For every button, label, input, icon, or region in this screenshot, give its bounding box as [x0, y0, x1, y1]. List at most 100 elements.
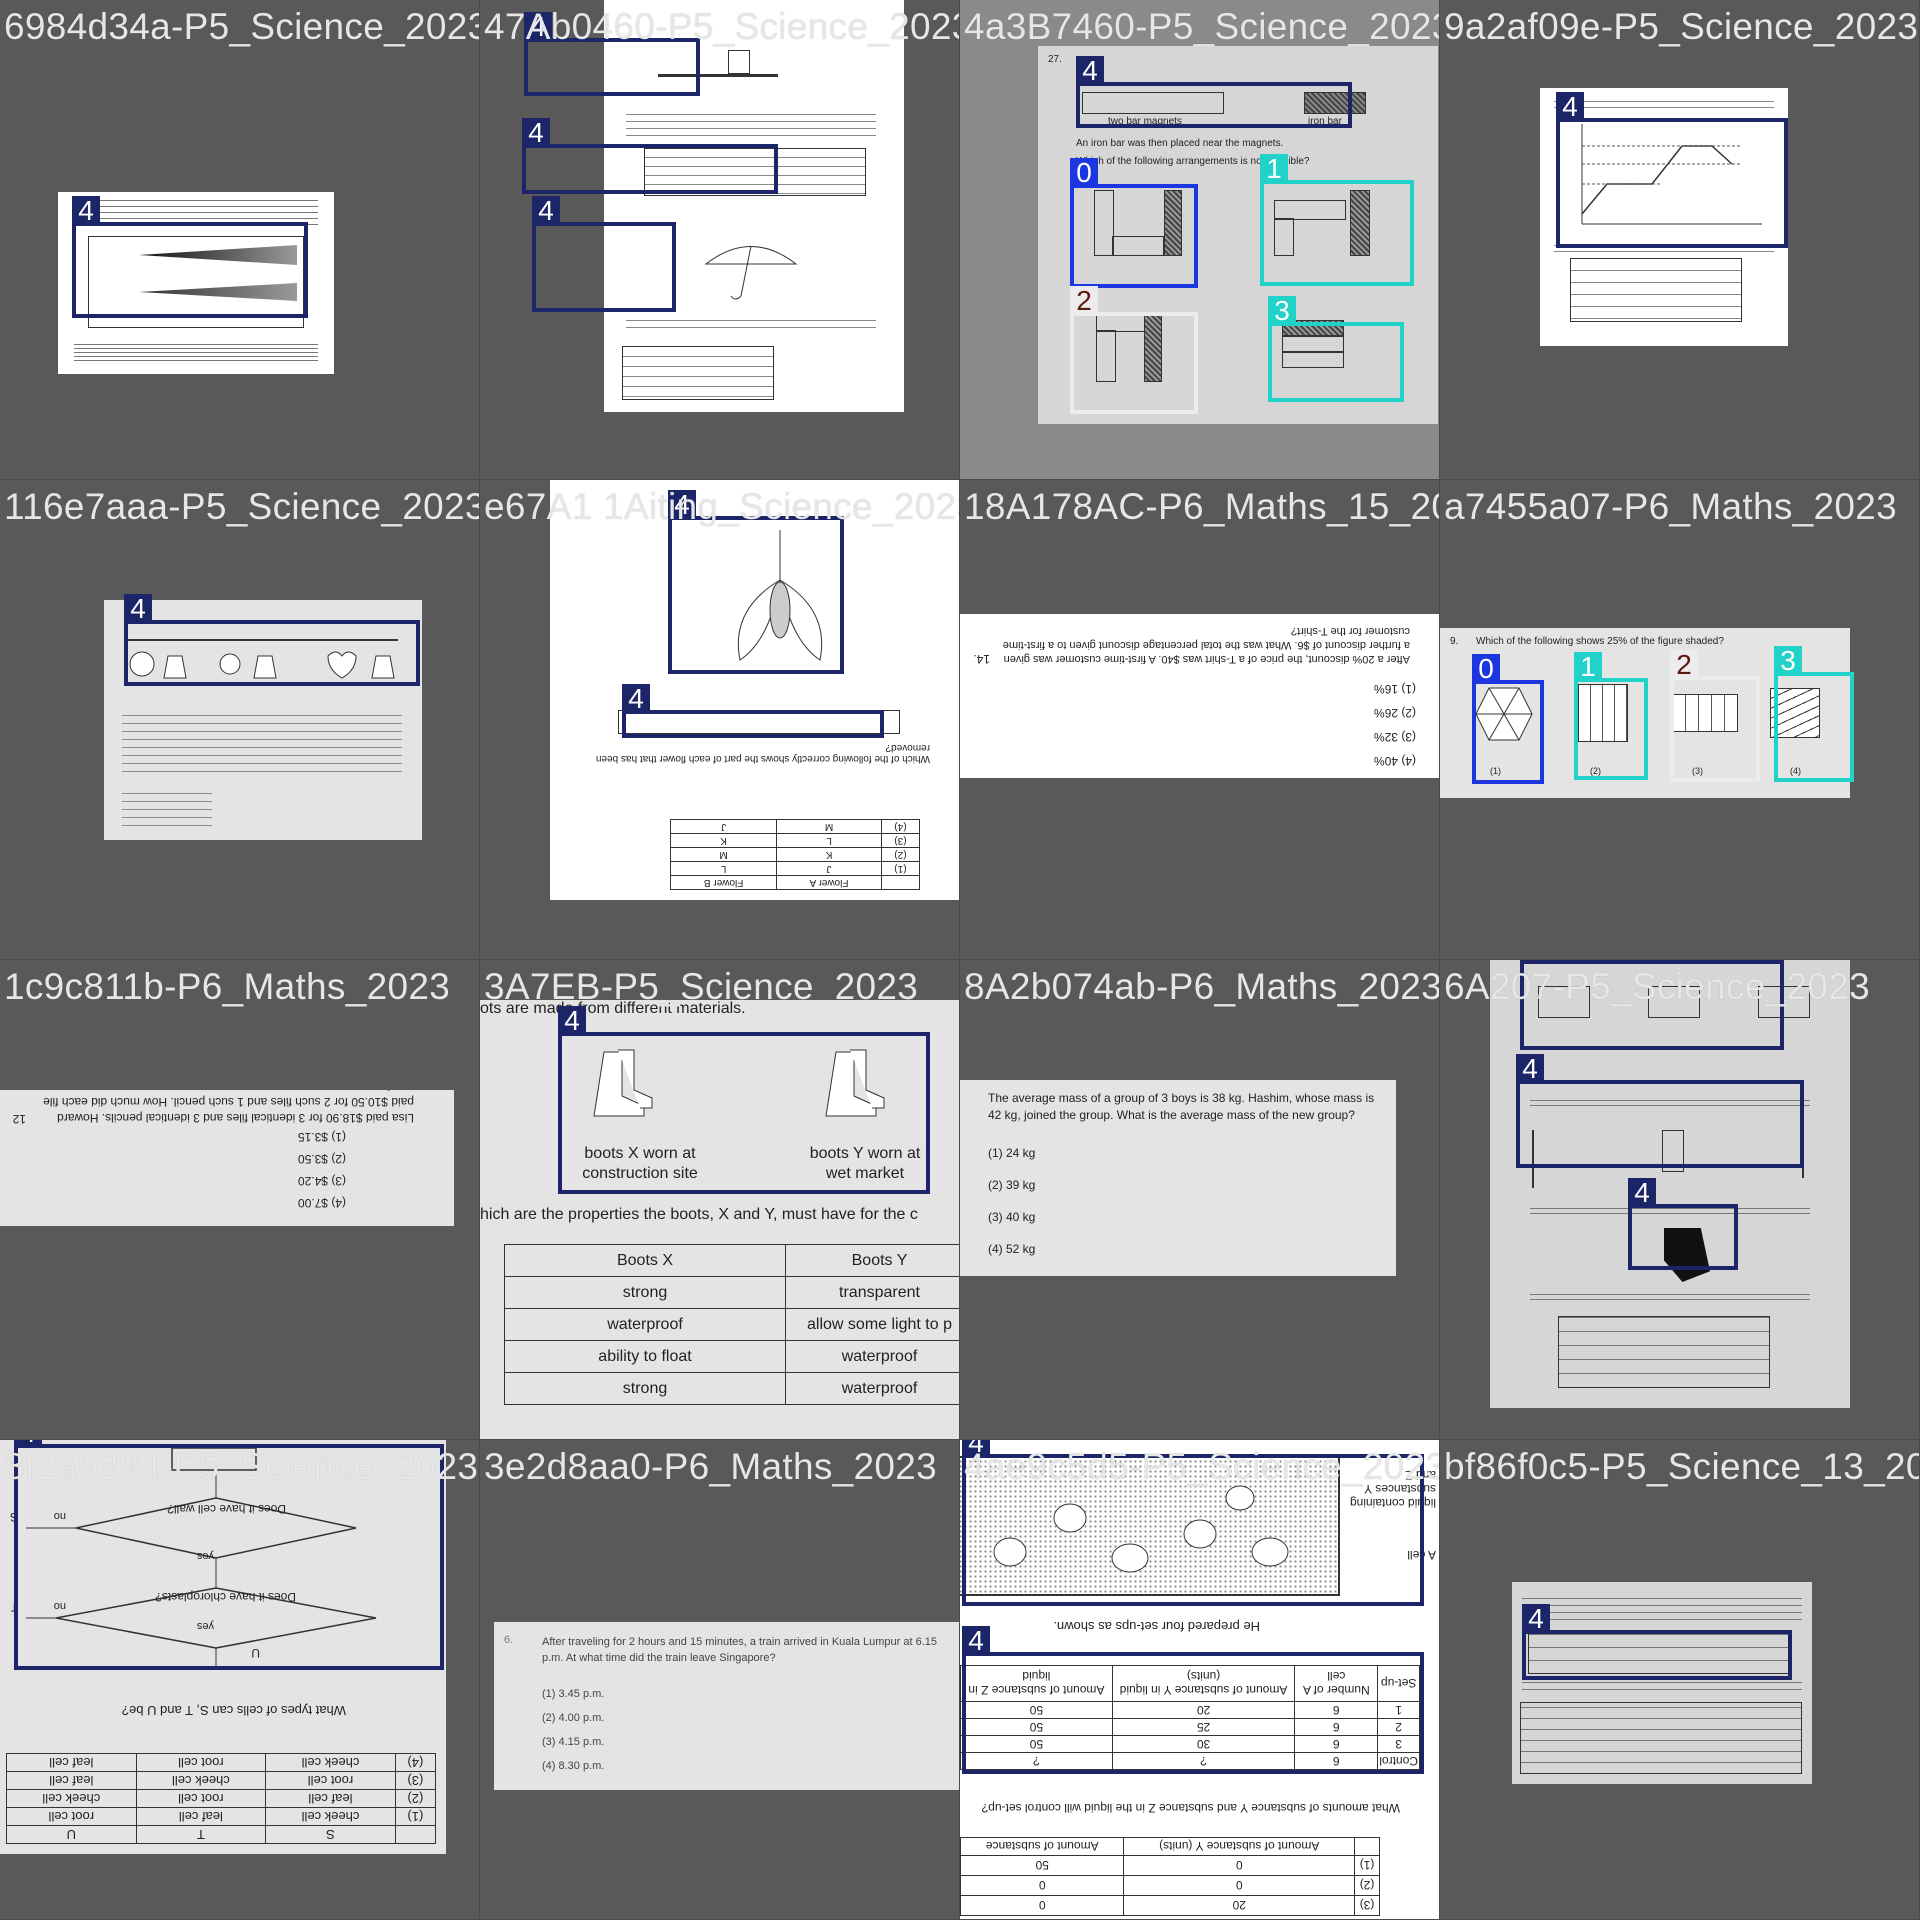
class-label: 4	[962, 1626, 990, 1656]
text-lines	[1530, 1294, 1810, 1304]
question-text: Lisa paid $18.90 for 3 identical files a…	[43, 1090, 414, 1125]
cell: (2)	[395, 1789, 436, 1808]
tile-15[interactable]: 4ae9c5d5-P5_Science_2023 (3) 20 0 (2) 0 0 (1…	[960, 1440, 1440, 1920]
option-1: (1) $3.15	[297, 1130, 346, 1144]
tile-title: 6A207-P5_Science_2023	[1444, 966, 1870, 1007]
upside-down-content: (4) 40% (3) 32% (2) 26% (1) 16% After a …	[960, 614, 1439, 778]
tile-7[interactable]: 18A178AC-P6_Maths_15_2023 (4) 40% (3) 32…	[960, 480, 1440, 960]
tile-13[interactable]: 8f2a9394-P5_Science_2023 STU (1) cheek ce…	[0, 1440, 480, 1920]
class-label: 4	[1516, 1054, 1544, 1084]
tile-14[interactable]: 3e2d8aa0-P6_Maths_2023 6. After travelin…	[480, 1440, 960, 1920]
detection-box[interactable]: 0	[1472, 654, 1544, 784]
option-1: (1) 24 kg	[988, 1146, 1036, 1160]
tile-10[interactable]: 3A7EB-P5_Science_2023 ots are made from …	[480, 960, 960, 1440]
cell: root cell	[265, 1771, 396, 1790]
cell: (1)	[1354, 1855, 1380, 1876]
materials-table	[1558, 1316, 1770, 1388]
class-label: 1	[1574, 652, 1602, 682]
cell: leaf cell	[136, 1807, 266, 1826]
text-lines	[626, 314, 876, 334]
worksheet-page: (4) $7.00 (3) $4.20 (2) $3.50 (1) $3.15 …	[0, 1090, 454, 1226]
tile-8[interactable]: a7455a07-P6_Maths_2023 9. Which of the f…	[1440, 480, 1920, 960]
option-1: (4) 40%	[1373, 754, 1416, 768]
tile-3[interactable]: 4a3B7460-P5_Science_2023 27. two bar mag…	[960, 0, 1440, 480]
detection-box[interactable]: 0	[1070, 158, 1198, 288]
tile-12[interactable]: 6A207-P5_Science_2023 4 4	[1440, 960, 1920, 1440]
tile-9[interactable]: 1c9c811b-P6_Maths_2023 (4) $7.00 (3) $4.…	[0, 960, 480, 1440]
option-3: (3) 4.15 p.m.	[542, 1736, 605, 1748]
placed-text: An iron bar was then placed near the mag…	[1076, 138, 1284, 149]
question-text: After a 20% discount, the price of a T-s…	[1002, 625, 1410, 665]
cell: 20	[1123, 1895, 1355, 1916]
detection-box[interactable]: 4	[962, 1626, 1424, 1774]
cell: 0	[1123, 1875, 1355, 1896]
detection-box[interactable]: 4	[1076, 56, 1352, 128]
detection-box[interactable]: 4	[558, 1006, 930, 1194]
tile-title: 8f2a9394-P5_Science_2023	[4, 1446, 479, 1487]
detection-box[interactable]: 4	[1628, 1178, 1738, 1270]
answer-table	[1570, 258, 1742, 322]
container-icon	[728, 50, 750, 74]
tile-1[interactable]: 6984d34a-P5_Science_2023 4	[0, 0, 480, 480]
detection-box[interactable]: 2	[1670, 650, 1760, 782]
header-cell: T	[136, 1825, 266, 1844]
tile-title: 18A178AC-P6_Maths_15_2023	[964, 486, 1439, 527]
cell: K	[670, 833, 777, 848]
text-lines	[1522, 1596, 1802, 1626]
detection-box[interactable]: 2	[1070, 286, 1198, 414]
cell: 0	[1123, 1855, 1355, 1876]
cell: (4)	[881, 819, 920, 834]
detection-box[interactable]: 4	[522, 118, 778, 194]
tile-16[interactable]: bf86f0c5-P5_Science_13_2023 4	[1440, 1440, 1920, 1920]
header-cell: Flower B	[670, 875, 777, 890]
answer-table	[1520, 1702, 1802, 1774]
question-text: After traveling for 2 hours and 15 minut…	[542, 1636, 937, 1664]
detection-box[interactable]: 1	[1574, 652, 1648, 780]
worksheet-page	[1512, 1582, 1812, 1784]
cell: ability to float	[504, 1340, 786, 1373]
answer-table	[622, 346, 774, 400]
option-3: (3) $4.20	[297, 1174, 346, 1188]
detection-box[interactable]: 4	[1516, 1054, 1804, 1168]
question-text: Which of the following shows 25% of the …	[1476, 636, 1724, 647]
detection-box[interactable]: 4	[72, 196, 308, 318]
tile-6[interactable]: e67A1 1Aiting_Science_2023 Flower A Flowe…	[480, 480, 960, 960]
class-label: 4	[558, 1006, 586, 1036]
cell: cheek cell	[265, 1807, 396, 1826]
option-1: (1) 3.45 p.m.	[542, 1688, 605, 1700]
cell: allow some light to p	[785, 1308, 959, 1341]
detection-box[interactable]: 4	[124, 594, 420, 686]
cell: cheek cell	[136, 1771, 266, 1790]
detection-box[interactable]: 4	[668, 490, 844, 674]
statement-lines	[122, 708, 402, 772]
question-number: 27.	[1048, 54, 1062, 65]
cell: K	[776, 847, 882, 862]
tile-11[interactable]: 8A2b074ab-P6_Maths_2023 The average mass…	[960, 960, 1440, 1440]
option-4: (4) $7.00	[297, 1196, 346, 1210]
class-label: 4	[532, 196, 560, 226]
tile-2[interactable]: 47Ab0460-P5_Science_2023 4 4 4	[480, 0, 960, 480]
class-label: 4	[522, 118, 550, 148]
detection-box[interactable]: 3	[1268, 296, 1404, 402]
detection-box[interactable]: 1	[1260, 154, 1414, 286]
tile-title: 4a3B7460-P5_Science_2023	[964, 6, 1440, 47]
cell: strong	[504, 1276, 786, 1309]
class-label: 4	[1628, 1178, 1656, 1208]
detection-box[interactable]: 4	[1522, 1604, 1792, 1680]
cell: leaf cell	[265, 1789, 396, 1808]
question-text: Which of the following correctly shows t…	[595, 742, 930, 764]
mosaic-grid: 6984d34a-P5_Science_2023 4 47Ab0460-P5_S…	[0, 0, 1920, 1920]
option-3: (2) 26%	[1373, 706, 1416, 720]
detection-box[interactable]: 4	[1556, 92, 1788, 248]
tile-5[interactable]: 116e7aaa-P5_Science_2023 4	[0, 480, 480, 960]
class-label: 2	[1670, 650, 1698, 680]
tile-4[interactable]: 9a2af09e-P5_Science_2023 4	[1440, 0, 1920, 480]
class-label: 0	[1472, 654, 1500, 684]
tile-title: 6984d34a-P5_Science_2023	[4, 6, 480, 47]
detection-box[interactable]: 4	[532, 196, 676, 312]
tile-title: a7455a07-P6_Maths_2023	[1444, 486, 1898, 527]
cell: waterproof	[785, 1372, 959, 1405]
cell: L	[670, 861, 777, 876]
detection-box[interactable]: 3	[1774, 646, 1854, 782]
detection-box[interactable]: 4	[622, 684, 884, 738]
